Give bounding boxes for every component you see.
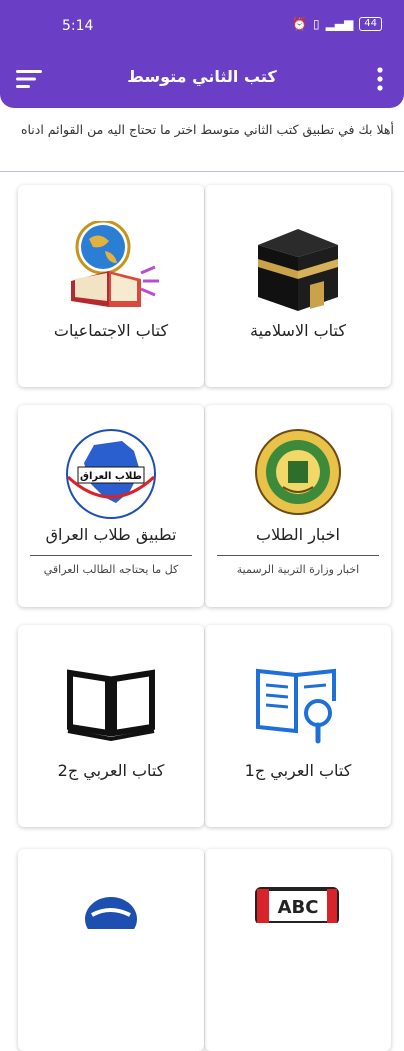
alarm-icon: ⏰ — [292, 17, 307, 31]
divider — [0, 171, 404, 172]
card-label: كتاب الاسلامية — [250, 321, 346, 340]
status-icons: ⏰ ▯ ▂▄▆ 44 — [292, 17, 382, 31]
card-science[interactable] — [18, 849, 204, 1051]
signal-icon: ▂▄▆ — [325, 17, 354, 31]
card-iraq-students-app[interactable]: طلاب العراق تطبيق طلاب العراق كل ما يحتا… — [18, 405, 204, 607]
kaaba-icon — [205, 223, 391, 313]
globe-book-icon — [18, 221, 204, 311]
card-arabic-1[interactable]: كتاب العربي ج1 — [205, 625, 391, 827]
card-english[interactable]: ABC — [205, 849, 391, 1051]
battery-icon: 44 — [359, 17, 382, 31]
more-options-icon[interactable] — [376, 66, 384, 92]
vibrate-icon: ▯ — [312, 17, 320, 31]
status-bar: 5:14 ⏰ ▯ ▂▄▆ 44 — [0, 0, 404, 52]
card-islamic[interactable]: كتاب الاسلامية — [205, 185, 391, 387]
card-divider — [217, 555, 379, 556]
card-arabic-2[interactable]: كتاب العربي ج2 — [18, 625, 204, 827]
welcome-text: أهلا بك في تطبيق كتب الثاني متوسط اختر م… — [20, 122, 394, 137]
card-label: اخبار الطلاب — [256, 525, 340, 544]
card-label: تطبيق طلاب العراق — [45, 525, 177, 544]
ministry-seal-icon — [205, 427, 391, 517]
globe-icon — [18, 889, 204, 929]
status-time: 5:14 — [62, 18, 94, 34]
card-label: كتاب الاجتماعيات — [53, 321, 169, 340]
open-book-icon — [18, 665, 204, 741]
card-students-news[interactable]: اخبار الطلاب اخبار وزارة التربية الرسمية — [205, 405, 391, 607]
logo-text: ABC — [278, 897, 319, 918]
book-search-icon — [205, 661, 391, 745]
card-divider — [30, 555, 192, 556]
card-social-studies[interactable]: كتاب الاجتماعيات — [18, 185, 204, 387]
logo-text: طلاب العراق — [80, 471, 142, 482]
page-title: كتب الثاني متوسط — [127, 67, 277, 86]
iraq-map-icon: طلاب العراق — [18, 427, 204, 521]
card-label: كتاب العربي ج2 — [57, 761, 165, 780]
card-label: كتاب العربي ج1 — [244, 761, 352, 780]
card-subtitle: كل ما يحتاجه الطالب العراقي — [43, 563, 179, 576]
card-subtitle: اخبار وزارة التربية الرسمية — [236, 563, 360, 576]
abc-book-icon: ABC — [205, 883, 391, 923]
app-bar: كتب الثاني متوسط — [0, 52, 404, 108]
